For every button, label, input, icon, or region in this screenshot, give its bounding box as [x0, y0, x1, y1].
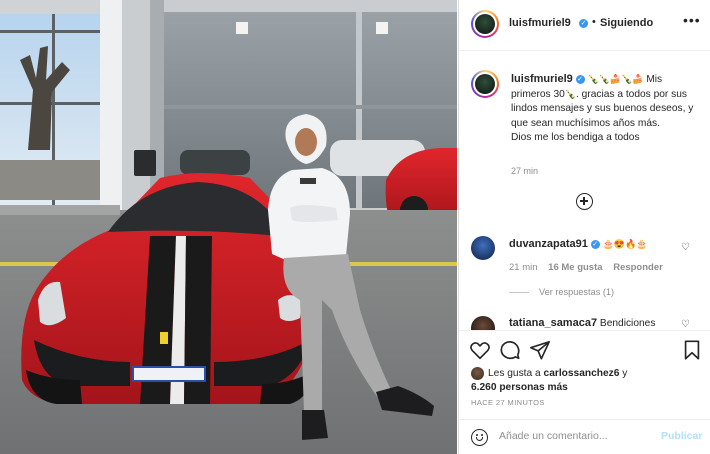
- comment-likes[interactable]: 16 Me gusta: [548, 262, 602, 273]
- caption-emojis: 🍾🍾🍰🍾🍰: [587, 74, 644, 84]
- comment-input[interactable]: [499, 426, 649, 446]
- comment: duvanzapata91 ✓ 🎂😍🔥🎂: [509, 238, 647, 250]
- caption-line2: Dios me los bendiga a todos: [511, 131, 640, 143]
- verified-badge-icon: ✓: [575, 74, 585, 84]
- commenter-avatar[interactable]: [471, 236, 495, 260]
- load-more-comments-button[interactable]: [576, 193, 593, 210]
- comment-composer: Publicar: [459, 419, 710, 452]
- header-separator: •: [592, 16, 596, 28]
- view-replies-divider: [509, 292, 529, 293]
- comment-text: Bendiciones: [599, 318, 656, 329]
- comment-like-heart-icon[interactable]: ♡: [681, 319, 690, 330]
- likes-count[interactable]: 6.260 personas más: [471, 382, 568, 393]
- liker-username[interactable]: carlossanchez6: [544, 368, 620, 379]
- author-username[interactable]: luisfmuriel9: [509, 17, 571, 29]
- likes-conj: y: [622, 368, 628, 380]
- share-paper-plane-icon[interactable]: [529, 339, 551, 361]
- post-actions: Les gusta a carlossanchez6 y 6.260 perso…: [459, 330, 710, 451]
- emoji-smiley-icon[interactable]: [471, 429, 488, 446]
- comment-text: 🎂😍🔥🎂: [602, 239, 648, 249]
- likes-prefix: Les gusta a: [488, 368, 541, 380]
- author-avatar[interactable]: [471, 10, 499, 38]
- posted-time[interactable]: HACE 27 MINUTOS: [471, 398, 545, 407]
- comment-bubble-icon[interactable]: [499, 339, 521, 361]
- post-header: luisfmuriel9 ✓ • Siguiendo •••: [459, 0, 710, 51]
- caption-username[interactable]: luisfmuriel9: [511, 73, 573, 85]
- follow-status-button[interactable]: Siguiendo: [600, 17, 653, 29]
- comment-username[interactable]: duvanzapata91: [509, 238, 588, 250]
- commenter-avatar[interactable]: [471, 316, 495, 330]
- caption-time: 27 min: [511, 166, 539, 176]
- caption-emoji-2: 🍾: [564, 89, 577, 100]
- verified-badge-icon: ✓: [590, 239, 600, 249]
- like-heart-icon[interactable]: [469, 339, 491, 361]
- comment-meta: 21 min 16 Me gusta Responder: [509, 262, 663, 273]
- post-photo[interactable]: [0, 0, 457, 454]
- comment-cutoff-region: tatiana_samaca7 Bendiciones ♡: [459, 314, 710, 330]
- view-replies-button[interactable]: Ver respuestas (1): [539, 287, 614, 297]
- likes-summary: Les gusta a carlossanchez6 y 6.260 perso…: [471, 367, 627, 395]
- photo-scene: [0, 0, 457, 454]
- comment-like-heart-icon[interactable]: ♡: [681, 242, 690, 253]
- post-side-panel: luisfmuriel9 ✓ • Siguiendo ••• luisfmuri…: [458, 0, 710, 454]
- caption-avatar[interactable]: [471, 70, 499, 98]
- verified-badge-icon: ✓: [579, 19, 588, 28]
- publish-button[interactable]: Publicar: [661, 430, 702, 442]
- bookmark-icon[interactable]: [681, 339, 703, 361]
- comment: tatiana_samaca7 Bendiciones: [509, 317, 655, 329]
- comment-time: 21 min: [509, 262, 538, 273]
- reply-button[interactable]: Responder: [613, 262, 663, 273]
- more-horizontal-icon[interactable]: •••: [683, 12, 701, 28]
- liker-avatar[interactable]: [471, 367, 484, 380]
- post-caption: luisfmuriel9 ✓ 🍾🍾🍰🍾🍰 Mis primeros 30🍾. g…: [511, 72, 703, 145]
- comment-username[interactable]: tatiana_samaca7: [509, 317, 597, 329]
